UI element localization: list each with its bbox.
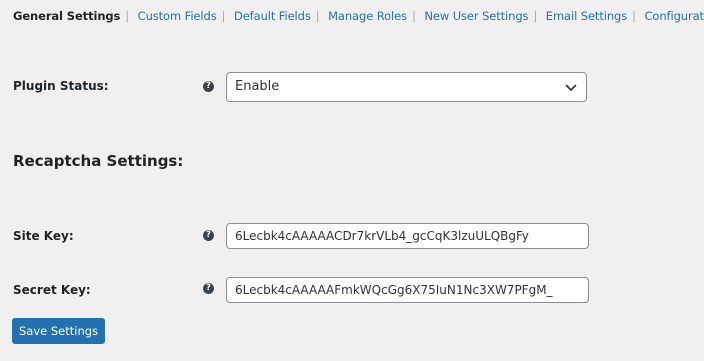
plugin-status-help-icon[interactable]: ? (203, 81, 214, 92)
secret-key-label: Secret Key: (13, 283, 91, 297)
save-settings-button[interactable]: Save Settings (12, 318, 105, 344)
tab-custom-fields[interactable]: Custom Fields (138, 9, 217, 23)
nav-separator: | (412, 9, 416, 23)
plugin-status-select[interactable]: Enable (226, 72, 587, 102)
nav-separator: | (221, 9, 226, 23)
nav-separator: | (533, 9, 538, 23)
tab-general-settings[interactable]: General Settings (13, 9, 120, 23)
secret-key-help-icon[interactable]: ? (203, 283, 214, 294)
chevron-down-icon (565, 84, 577, 91)
nav-separator: | (632, 9, 636, 23)
site-key-input[interactable] (226, 223, 589, 249)
site-key-help-icon[interactable]: ? (203, 230, 214, 241)
settings-page: General Settings | Custom Fields | Default… (0, 0, 704, 361)
settings-tabs-nav: General Settings | Custom Fields | Default… (13, 9, 704, 23)
site-key-label: Site Key: (13, 229, 74, 243)
nav-separator: | (315, 9, 320, 23)
plugin-status-label: Plugin Status: (13, 79, 109, 93)
nav-separator: | (125, 9, 130, 23)
tab-configuration[interactable]: Configuration (644, 9, 704, 23)
tab-new-user-settings[interactable]: New User Settings (424, 9, 528, 23)
tab-manage-roles[interactable]: Manage Roles (328, 9, 407, 23)
recaptcha-section-title: Recaptcha Settings: (13, 152, 184, 170)
plugin-status-selected-value: Enable (235, 79, 280, 94)
tab-email-settings[interactable]: Email Settings (546, 9, 627, 23)
secret-key-input[interactable] (226, 277, 589, 303)
tab-default-fields[interactable]: Default Fields (234, 9, 311, 23)
